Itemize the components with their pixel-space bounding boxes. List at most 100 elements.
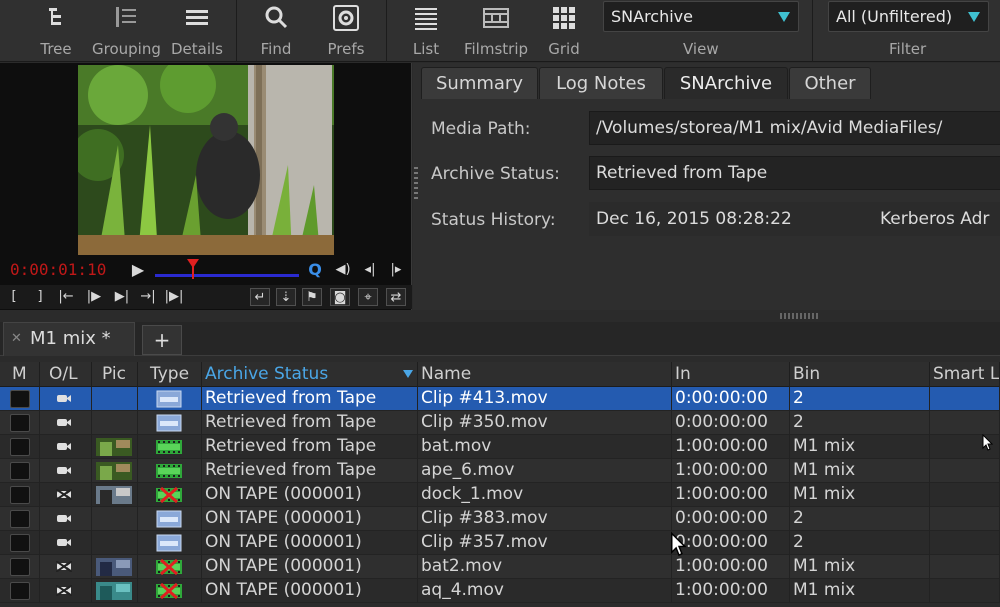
cell-in: 0:00:00:00 — [672, 507, 790, 531]
chevron-down-icon — [778, 12, 790, 22]
go-to-in-icon[interactable]: |← — [56, 288, 76, 306]
cell-pic — [92, 531, 138, 555]
marker-checkbox[interactable] — [10, 414, 30, 432]
add-tab-button[interactable]: + — [142, 325, 182, 355]
bin-tab-bar: ✕ M1 mix * + — [0, 322, 1000, 356]
offline-camera-icon — [56, 489, 72, 500]
marker-checkbox[interactable] — [10, 558, 30, 576]
table-row[interactable]: Retrieved from Tape bat.mov 1:00:00:00 M1 m… — [0, 435, 1000, 459]
marker-checkbox[interactable] — [10, 390, 30, 408]
column-header-bin[interactable]: Bin — [790, 362, 930, 387]
filter-dropdown[interactable]: All (Unfiltered) — [828, 1, 989, 32]
archive-status-header-label: Archive Status — [205, 364, 329, 384]
step-forward-icon[interactable]: |▸ — [386, 261, 406, 279]
cell-smart-l — [930, 507, 1000, 531]
position-scrubber[interactable] — [155, 259, 299, 279]
tab-snarchive[interactable]: SNArchive — [664, 67, 788, 99]
overwrite-icon[interactable]: ⇣ — [276, 288, 296, 306]
mouse-pointer-icon — [982, 434, 994, 451]
cell-bin: 2 — [790, 411, 930, 435]
marker-checkbox[interactable] — [10, 462, 30, 480]
cell-smart-l — [930, 579, 1000, 603]
prefs-button[interactable]: Prefs — [320, 0, 372, 62]
volume-icon[interactable]: ◀) — [333, 261, 353, 279]
list-button[interactable]: List — [402, 0, 450, 62]
quality-button[interactable]: Q — [305, 261, 325, 279]
marker-checkbox[interactable] — [10, 510, 30, 528]
cell-archive-status: Retrieved from Tape — [202, 387, 418, 411]
step-back-icon[interactable]: ◂| — [360, 261, 380, 279]
cell-name: ape_6.mov — [418, 459, 672, 483]
close-icon[interactable]: ✕ — [11, 331, 22, 346]
media-path-label: Media Path: — [431, 119, 531, 139]
column-header-pic[interactable]: Pic — [92, 362, 138, 387]
bin-tab-label: M1 mix * — [30, 328, 111, 349]
cell-pic — [92, 387, 138, 411]
cell-in: 1:00:00:00 — [672, 555, 790, 579]
table-row[interactable]: Retrieved from Tape Clip #350.mov 0:00:00:… — [0, 411, 1000, 435]
grid-icon — [553, 7, 575, 29]
table-row[interactable]: ON TAPE (000001) Clip #357.mov 0:00:00:00 2 — [0, 531, 1000, 555]
bin-tab-m1-mix[interactable]: ✕ M1 mix * — [3, 322, 135, 356]
tree-button[interactable]: Tree — [30, 0, 82, 62]
column-header-smart-l[interactable]: Smart L — [930, 362, 1000, 387]
grid-button[interactable]: Grid — [540, 0, 588, 62]
clip-thumbnail — [96, 558, 132, 576]
panel-splitter[interactable] — [0, 310, 1000, 322]
table-row[interactable]: ON TAPE (000001) aq_4.mov 1:00:00:00 M1 mix — [0, 579, 1000, 603]
clip-info-panel: Summary Log Notes SNArchive Other Media … — [413, 63, 1000, 310]
column-header-name[interactable]: Name — [418, 362, 672, 387]
cell-archive-status: ON TAPE (000001) — [202, 507, 418, 531]
splice-icon[interactable]: ↵ — [250, 288, 270, 306]
clip-preview-panel: 0:00:01:10 ▶ Q ◀) ◂| |▸ [ ] |← |▶ ▶| →| … — [0, 63, 412, 310]
table-row[interactable]: Retrieved from Tape Clip #413.mov 0:00:00:… — [0, 387, 1000, 411]
play-icon[interactable]: ▶ — [128, 261, 148, 279]
clip-thumbnail — [96, 582, 132, 600]
marker-checkbox[interactable] — [10, 582, 30, 600]
tab-log-notes[interactable]: Log Notes — [539, 67, 663, 99]
table-row[interactable]: ON TAPE (000001) dock_1.mov 1:00:00:00 M1 m… — [0, 483, 1000, 507]
grouping-icon — [116, 7, 136, 27]
video-frame[interactable] — [78, 65, 334, 255]
table-row[interactable]: ON TAPE (000001) Clip #383.mov 0:00:00:00 2 — [0, 507, 1000, 531]
grouping-button[interactable]: Grouping — [92, 0, 161, 62]
table-row[interactable]: Retrieved from Tape ape_6.mov 1:00:00:00 M1… — [0, 459, 1000, 483]
cell-in: 0:00:00:00 — [672, 531, 790, 555]
splitter-grip[interactable] — [780, 313, 818, 319]
play-in-out-icon[interactable]: |▶ — [84, 288, 104, 306]
view-dropdown[interactable]: SNArchive — [603, 1, 799, 32]
column-header-archive-status[interactable]: Archive Status — [202, 362, 418, 387]
camera-icon[interactable]: ◙ — [330, 288, 350, 306]
details-button[interactable]: Details — [168, 0, 226, 62]
go-to-end-icon[interactable]: |▶| — [164, 288, 184, 306]
play-to-out-icon[interactable]: ▶| — [112, 288, 132, 306]
find-button[interactable]: Find — [250, 0, 302, 62]
mark-out-icon[interactable]: ] — [30, 288, 50, 306]
column-header-m[interactable]: M — [0, 362, 40, 387]
marker-checkbox[interactable] — [10, 534, 30, 552]
panel-resize-grip[interactable] — [414, 167, 418, 201]
marker-checkbox[interactable] — [10, 438, 30, 456]
column-header-type[interactable]: Type — [138, 362, 202, 387]
filmstrip-button[interactable]: Filmstrip — [460, 0, 532, 62]
table-row[interactable]: ON TAPE (000001) bat2.mov 1:00:00:00 M1 mix — [0, 555, 1000, 579]
mark-in-icon[interactable]: [ — [4, 288, 24, 306]
cell-smart-l — [930, 531, 1000, 555]
cell-smart-l — [930, 387, 1000, 411]
media-path-field[interactable]: /Volumes/storea/M1 mix/Avid MediaFiles/ — [589, 111, 1000, 145]
column-header-in[interactable]: In — [672, 362, 790, 387]
fit-icon[interactable]: ⌖ — [358, 288, 378, 306]
view-value: SNArchive — [611, 7, 693, 26]
mouse-pointer-icon — [671, 532, 687, 557]
cell-smart-l — [930, 555, 1000, 579]
loop-icon[interactable]: ⇄ — [386, 288, 406, 306]
cell-archive-status: Retrieved from Tape — [202, 435, 418, 459]
tab-summary[interactable]: Summary — [421, 67, 538, 99]
tab-other[interactable]: Other — [789, 67, 871, 99]
marker-checkbox[interactable] — [10, 486, 30, 504]
archive-status-field[interactable]: Retrieved from Tape — [589, 156, 1000, 190]
go-to-out-icon[interactable]: →| — [138, 288, 158, 306]
find-label: Find — [260, 40, 292, 58]
column-header-ol[interactable]: O/L — [40, 362, 92, 387]
marker-flag-icon[interactable]: ⚑ — [302, 288, 322, 306]
